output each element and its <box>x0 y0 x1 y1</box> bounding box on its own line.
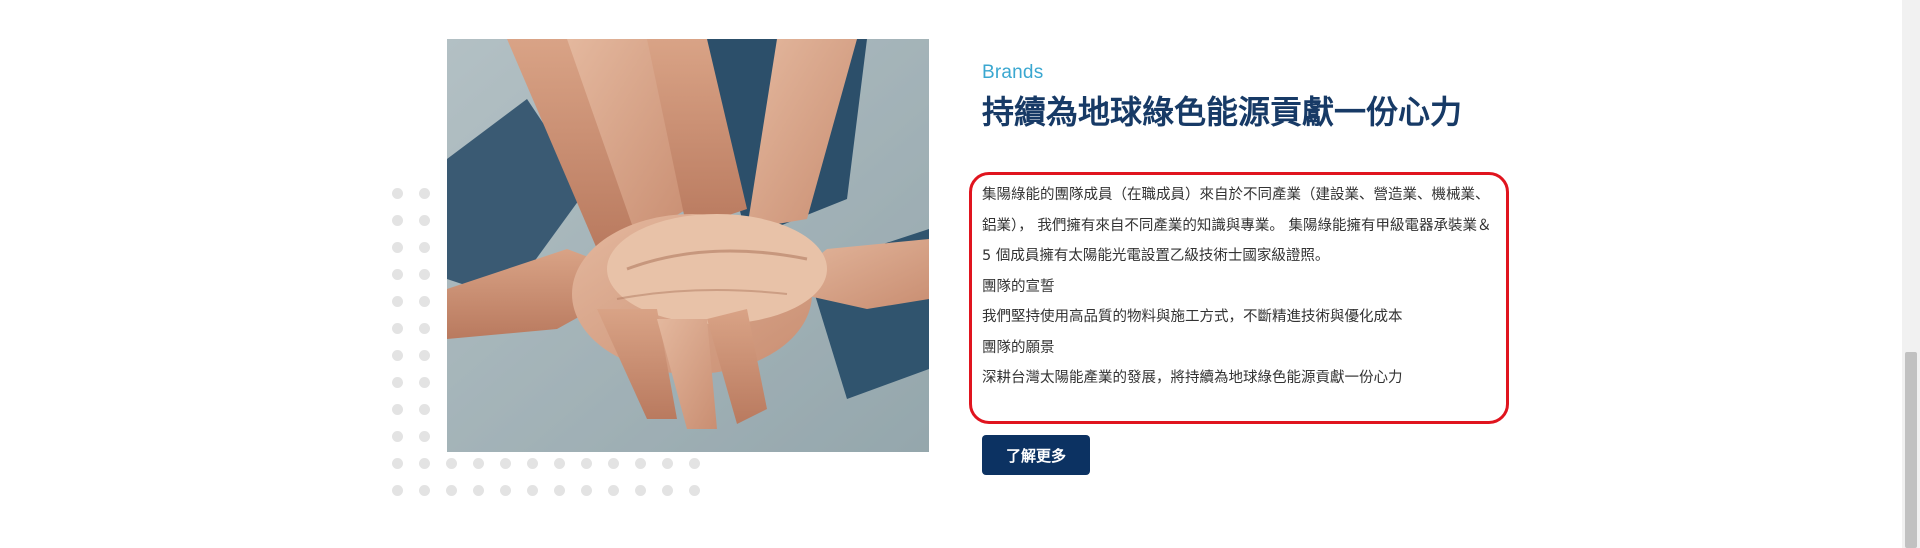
pattern-dot <box>419 404 430 415</box>
learn-more-button[interactable]: 了解更多 <box>982 435 1090 475</box>
team-vision-heading: 團隊的願景 <box>982 339 1055 356</box>
section-description: 集陽綠能的團隊成員（在職成員）來自於不同產業（建設業、營造業、機械業、鋁業）， … <box>982 180 1502 394</box>
pattern-dot <box>473 485 484 496</box>
pattern-dot <box>500 458 511 469</box>
team-pledge-heading: 團隊的宣誓 <box>982 278 1055 295</box>
pattern-dot <box>392 242 403 253</box>
scrollbar-thumb[interactable] <box>1905 352 1917 548</box>
page-scrollbar[interactable] <box>1902 0 1920 548</box>
pattern-dot <box>419 269 430 280</box>
pattern-dot <box>392 323 403 334</box>
pattern-dot <box>419 188 430 199</box>
pattern-dot <box>392 404 403 415</box>
section-eyebrow: Brands <box>982 62 1044 83</box>
pattern-dot <box>419 323 430 334</box>
pattern-dot <box>581 458 592 469</box>
pattern-dot <box>608 485 619 496</box>
team-intro-paragraph: 集陽綠能的團隊成員（在職成員）來自於不同產業（建設業、營造業、機械業、鋁業）， … <box>982 187 1492 264</box>
pattern-dot <box>554 485 565 496</box>
pattern-dot <box>419 431 430 442</box>
pattern-dot <box>419 377 430 388</box>
pattern-dot <box>635 485 646 496</box>
pattern-dot <box>392 458 403 469</box>
pattern-dot <box>581 485 592 496</box>
pattern-dot <box>392 296 403 307</box>
team-hands-photo <box>447 39 929 452</box>
pattern-dot <box>419 296 430 307</box>
pattern-dot <box>689 485 700 496</box>
pattern-dot <box>608 458 619 469</box>
pattern-dot <box>392 377 403 388</box>
pattern-dot <box>554 458 565 469</box>
pattern-dot <box>419 215 430 226</box>
pattern-dot <box>419 458 430 469</box>
pattern-dot <box>689 458 700 469</box>
pattern-dot <box>446 485 457 496</box>
team-pledge-text: 我們堅持使用高品質的物料與施工方式，不斷精進技術與優化成本 <box>982 309 1403 325</box>
pattern-dot <box>473 458 484 469</box>
brands-content: Brands 持續為地球綠色能源貢獻一份心力 <box>982 62 1502 134</box>
pattern-dot <box>527 458 538 469</box>
pattern-dot <box>446 458 457 469</box>
pattern-dot <box>662 485 673 496</box>
pattern-dot <box>392 269 403 280</box>
pattern-dot <box>662 458 673 469</box>
pattern-dot <box>392 215 403 226</box>
pattern-dot <box>419 242 430 253</box>
pattern-dot <box>419 485 430 496</box>
pattern-dot <box>500 485 511 496</box>
pattern-dot <box>392 350 403 361</box>
pattern-dot <box>527 485 538 496</box>
team-vision-text: 深耕台灣太陽能產業的發展，將持續為地球綠色能源貢獻一份心力 <box>982 370 1403 386</box>
pattern-dot <box>635 458 646 469</box>
pattern-dot <box>419 350 430 361</box>
pattern-dot <box>392 431 403 442</box>
pattern-dot <box>392 485 403 496</box>
section-title: 持續為地球綠色能源貢獻一份心力 <box>982 93 1463 131</box>
pattern-dot <box>392 188 403 199</box>
